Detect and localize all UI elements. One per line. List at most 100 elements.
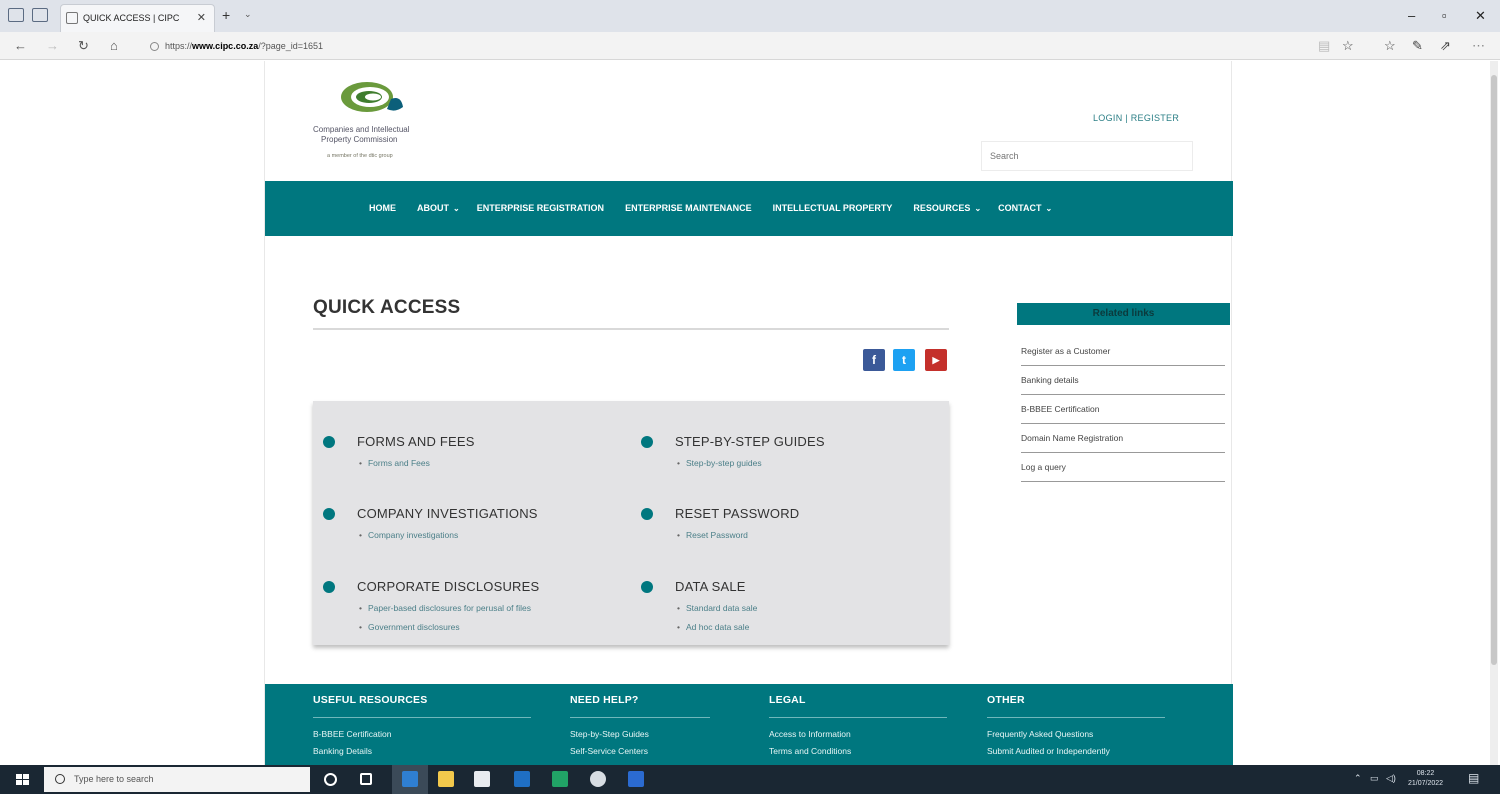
more-icon[interactable]: ⋯ — [1472, 38, 1485, 54]
url-domain: www.cipc.co.za — [192, 41, 259, 51]
footer-divider — [987, 717, 1165, 718]
nav-item-about[interactable]: ABOUT ⌄ — [417, 203, 460, 213]
footer-link[interactable]: Banking Details — [313, 746, 372, 756]
refresh-icon[interactable]: ↻ — [78, 38, 89, 54]
quick-link[interactable]: Ad hoc data sale — [677, 622, 749, 632]
footer-divider — [769, 717, 947, 718]
close-tab-icon[interactable]: ✕ — [197, 11, 206, 24]
taskbar-search-box[interactable]: Type here to search — [44, 767, 310, 792]
tray-overflow-icon[interactable]: ⌃ — [1354, 773, 1362, 784]
related-link-register-customer[interactable]: Register as a Customer — [1021, 337, 1225, 366]
related-link-bbbee-certification[interactable]: B-BBEE Certification — [1021, 395, 1225, 424]
browser-tab-bar: QUICK ACCESS | CIPC ✕ + ⌄ – ▫ ✕ — [0, 0, 1500, 32]
section-heading: STEP-BY-STEP GUIDES — [675, 434, 825, 449]
section-bullet-icon — [641, 508, 653, 520]
set-aside-tabs-icon[interactable] — [32, 8, 48, 22]
title-divider — [313, 328, 949, 330]
section-bullet-icon — [641, 436, 653, 448]
new-tab-icon[interactable]: + — [222, 7, 230, 23]
url-field[interactable]: https://www.cipc.co.za/?page_id=1651 — [150, 37, 1330, 55]
pen-notes-icon[interactable]: ✎ — [1412, 38, 1423, 54]
related-links-heading: Related links — [1017, 303, 1230, 325]
footer-heading: LEGAL — [769, 694, 806, 706]
related-link-domain-name-registration[interactable]: Domain Name Registration — [1021, 424, 1225, 453]
site-container: Companies and Intellectual Property Comm… — [264, 61, 1233, 765]
site-footer: USEFUL RESOURCES B-BBEE Certification Ba… — [265, 684, 1233, 765]
footer-link[interactable]: Frequently Asked Questions — [987, 729, 1093, 739]
footer-link[interactable]: Submit Audited or Independently — [987, 746, 1110, 756]
scrollbar-thumb[interactable] — [1491, 75, 1497, 665]
url-prefix: https:// — [165, 41, 193, 51]
task-view-icon[interactable] — [360, 773, 372, 785]
section-heading: DATA SALE — [675, 579, 746, 594]
chevron-down-icon: ⌄ — [974, 204, 982, 213]
nav-item-enterprise-registration[interactable]: ENTERPRISE REGISTRATION — [477, 203, 608, 213]
related-link-log-a-query[interactable]: Log a query — [1021, 453, 1225, 482]
quick-link[interactable]: Forms and Fees — [359, 458, 430, 468]
twitter-icon[interactable]: t — [893, 349, 915, 371]
minimize-icon[interactable]: – — [1408, 8, 1415, 23]
restore-icon[interactable]: ▫ — [1442, 8, 1447, 23]
quick-link[interactable]: Company investigations — [359, 530, 458, 540]
back-icon[interactable]: ← — [14, 38, 27, 53]
excel-icon[interactable] — [552, 771, 568, 787]
cipc-logo-icon[interactable] — [337, 75, 409, 119]
site-info-icon[interactable] — [150, 42, 159, 52]
file-explorer-icon[interactable] — [438, 771, 454, 787]
browser-tab[interactable]: QUICK ACCESS | CIPC ✕ — [60, 4, 215, 32]
youtube-icon[interactable]: ▶ — [925, 349, 947, 371]
url-path: /?page_id=1651 — [258, 41, 324, 51]
facebook-icon[interactable]: f — [863, 349, 885, 371]
favorites-bar-icon[interactable]: ☆ — [1384, 38, 1396, 54]
share-icon[interactable]: ⇗ — [1440, 38, 1451, 54]
windows-start-icon[interactable] — [16, 774, 29, 786]
clock-time: 08:22 — [1416, 770, 1435, 777]
quick-link[interactable]: Reset Password — [677, 530, 748, 540]
quick-link[interactable]: Paper-based disclosures for perusal of f… — [359, 603, 531, 613]
footer-heading: NEED HELP? — [570, 694, 639, 706]
footer-link[interactable]: Step-by-Step Guides — [570, 729, 649, 739]
main-navigation: HOME ABOUT ⌄ ENTERPRISE REGISTRATION ENTE… — [265, 181, 1233, 236]
login-register-link[interactable]: LOGIN | REGISTER — [1093, 113, 1179, 123]
network-icon[interactable]: ▭ — [1370, 773, 1379, 784]
word-icon[interactable] — [628, 771, 644, 787]
close-window-icon[interactable]: ✕ — [1475, 8, 1486, 24]
address-bar-row: ← → ↻ ⌂ https://www.cipc.co.za/?page_id=… — [0, 32, 1500, 60]
page-title: QUICK ACCESS — [313, 297, 461, 318]
section-heading: FORMS AND FEES — [357, 434, 475, 449]
tab-actions-icon[interactable] — [8, 8, 24, 22]
reading-view-icon[interactable]: ▤ — [1318, 38, 1330, 54]
quick-link[interactable]: Government disclosures — [359, 622, 460, 632]
nav-item-intellectual-property[interactable]: INTELLECTUAL PROPERTY — [773, 203, 897, 213]
outlook-icon[interactable] — [514, 771, 530, 787]
edge-browser-icon[interactable] — [402, 771, 418, 787]
favorite-star-icon[interactable]: ☆ — [1342, 38, 1354, 54]
forward-icon[interactable]: → — [46, 38, 59, 53]
footer-link[interactable]: Self-Service Centers — [570, 746, 648, 756]
footer-heading: OTHER — [987, 694, 1025, 706]
cortana-icon[interactable] — [324, 773, 337, 786]
photos-app-icon[interactable] — [590, 771, 606, 787]
taskbar-clock[interactable]: 08:22 21/07/2022 — [1408, 769, 1443, 789]
tab-preview-chevron-icon[interactable]: ⌄ — [244, 9, 252, 20]
nav-item-resources[interactable]: RESOURCES ⌄ — [913, 203, 981, 213]
quick-link[interactable]: Standard data sale — [677, 603, 757, 613]
chevron-down-icon: ⌄ — [1045, 204, 1053, 213]
quick-link[interactable]: Step-by-step guides — [677, 458, 762, 468]
home-icon[interactable]: ⌂ — [110, 38, 118, 53]
footer-link[interactable]: Access to Information — [769, 729, 851, 739]
site-search-input[interactable] — [981, 141, 1193, 171]
logo-text-line2: Property Commission — [321, 135, 398, 144]
related-link-banking-details[interactable]: Banking details — [1021, 366, 1225, 395]
nav-item-enterprise-maintenance[interactable]: ENTERPRISE MAINTENANCE — [625, 203, 756, 213]
nav-item-contact[interactable]: CONTACT ⌄ — [998, 203, 1052, 213]
search-icon — [55, 774, 65, 784]
footer-link[interactable]: Terms and Conditions — [769, 746, 851, 756]
footer-divider — [313, 717, 531, 718]
footer-link[interactable]: B-BBEE Certification — [313, 729, 391, 739]
page-viewport: Companies and Intellectual Property Comm… — [0, 61, 1500, 765]
mail-icon[interactable] — [474, 771, 490, 787]
volume-icon[interactable]: ◁) — [1386, 773, 1396, 784]
notifications-icon[interactable]: ▤ — [1468, 771, 1479, 785]
nav-item-home[interactable]: HOME — [369, 203, 400, 213]
